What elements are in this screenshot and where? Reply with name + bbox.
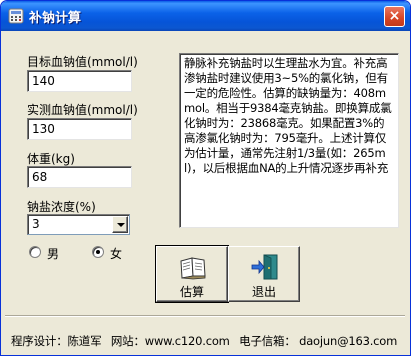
- chevron-down-icon[interactable]: [112, 216, 128, 233]
- male-radio[interactable]: [29, 246, 41, 258]
- close-icon: ×: [388, 8, 401, 24]
- window-title: 补钠计算: [29, 11, 82, 26]
- female-label: 女: [110, 247, 123, 261]
- exit-door-icon: [251, 254, 278, 280]
- female-radio[interactable]: [92, 246, 104, 258]
- concentration-label: 钠盐浓度(%): [27, 200, 96, 214]
- estimate-button[interactable]: 估算: [155, 245, 229, 303]
- open-book-icon: [180, 257, 206, 280]
- exit-label: 退出: [251, 285, 276, 299]
- target-sodium-input[interactable]: 140: [27, 70, 132, 92]
- client-area: 目标血钠值(mmol/l) 140 实测血钠值(mmol/l) 130 体重(k…: [1, 31, 410, 355]
- measured-sodium-input[interactable]: 130: [27, 118, 132, 140]
- website-link[interactable]: 网站：www.c120.com: [111, 334, 230, 348]
- status-bar: 程序设计：陈道军 网站：www.c120.com 电子信箱： daojun@16…: [11, 333, 403, 349]
- close-button[interactable]: ×: [384, 6, 405, 27]
- status-divider: [5, 315, 405, 317]
- concentration-value: 3: [32, 217, 40, 231]
- measured-sodium-label: 实测血钠值(mmol/l): [27, 103, 138, 117]
- designer-credit: 程序设计：陈道军: [11, 334, 102, 348]
- app-icon: [8, 8, 24, 24]
- result-text-area[interactable]: 静脉补充钠盐时以生理盐水为宜。补充高渗钠盐时建议使用3~5%的氯化钠，但有一定的…: [179, 53, 399, 228]
- exit-button[interactable]: 退出: [228, 246, 300, 302]
- email-link[interactable]: 电子信箱： daojun@163.com: [239, 334, 397, 348]
- male-label: 男: [47, 247, 60, 261]
- weight-label: 体重(kg): [27, 152, 75, 166]
- calculator-window: 补钠计算 × 目标血钠值(mmol/l) 140 实测血钠值(mmol/l) 1…: [0, 0, 411, 356]
- concentration-select[interactable]: 3: [27, 214, 130, 235]
- target-sodium-label: 目标血钠值(mmol/l): [27, 55, 138, 69]
- estimate-label: 估算: [179, 285, 204, 299]
- weight-input[interactable]: 68: [27, 166, 132, 188]
- title-bar[interactable]: 补钠计算 ×: [1, 1, 410, 31]
